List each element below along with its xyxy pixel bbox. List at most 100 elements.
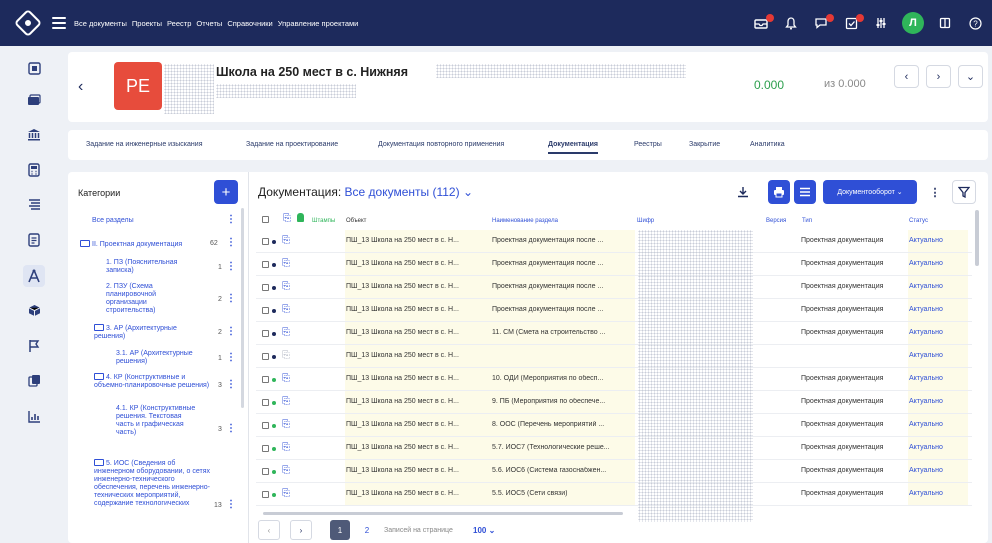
table-row[interactable]: ⎘ ПШ_13 Школа на 250 мест в с. Н... Актуал… bbox=[256, 345, 972, 368]
category-item[interactable]: 2. ПЗУ (Схема планировочной организации … bbox=[106, 283, 196, 315]
cell-section-name[interactable]: 5.7. ИОС7 (Технологические реше... bbox=[492, 444, 634, 451]
tab-closing[interactable]: Закрытие bbox=[689, 141, 720, 148]
document-icon[interactable] bbox=[26, 232, 42, 248]
tab-design-task[interactable]: Задание на проектирование bbox=[246, 141, 338, 148]
category-item[interactable]: 4. КР (Конструктивные и объемно-планиров… bbox=[94, 373, 210, 390]
row-checkbox[interactable] bbox=[262, 422, 269, 429]
cell-status[interactable]: Актуально bbox=[909, 490, 967, 497]
settings-sliders-icon[interactable] bbox=[872, 14, 890, 32]
table-row[interactable]: ⎘ ПШ_13 Школа на 250 мест в с. Н... Проект… bbox=[256, 276, 972, 299]
attachment-icon[interactable]: ⎘ bbox=[282, 465, 290, 476]
table-row[interactable]: ⎘ ПШ_13 Школа на 250 мест в с. Н... Проект… bbox=[256, 299, 972, 322]
more-icon[interactable]: ⋮ bbox=[226, 237, 236, 248]
attachment-icon[interactable]: ⎘ bbox=[282, 258, 290, 269]
more-icon[interactable]: ⋮ bbox=[226, 326, 236, 337]
column-object[interactable]: Объект bbox=[346, 218, 366, 224]
cell-section-name[interactable]: 10. ОДИ (Мероприятия по обесп... bbox=[492, 375, 634, 382]
cell-section-name[interactable]: 5.6. ИОС6 (Система газоснабжен... bbox=[492, 467, 634, 474]
row-checkbox[interactable] bbox=[262, 445, 269, 452]
cell-object[interactable]: ПШ_13 Школа на 250 мест в с. Н... bbox=[346, 467, 486, 474]
cell-section-name[interactable]: 11. СМ (Смета на строительство ... bbox=[492, 329, 634, 336]
cell-object[interactable]: ПШ_13 Школа на 250 мест в с. Н... bbox=[346, 260, 486, 267]
category-item[interactable]: 3.1. АР (Архитектурные решения) bbox=[116, 350, 212, 366]
back-button[interactable]: ‹ bbox=[78, 78, 83, 96]
cell-object[interactable]: ПШ_13 Школа на 250 мест в с. Н... bbox=[346, 237, 486, 244]
attachment-icon[interactable]: ⎘ bbox=[282, 235, 290, 246]
row-checkbox[interactable] bbox=[262, 491, 269, 498]
cell-status[interactable]: Актуально bbox=[909, 306, 967, 313]
per-page-select[interactable]: 100 ⌄ bbox=[473, 526, 495, 535]
download-button[interactable] bbox=[730, 180, 756, 204]
table-row[interactable]: ⎘ ПШ_13 Школа на 250 мест в с. Н... 9. ПБ … bbox=[256, 391, 972, 414]
table-row[interactable]: ⎘ ПШ_13 Школа на 250 мест в с. Н... Проект… bbox=[256, 253, 972, 276]
cell-status[interactable]: Актуально bbox=[909, 375, 967, 382]
page-1-button[interactable]: 1 bbox=[330, 520, 350, 540]
cell-object[interactable]: ПШ_13 Школа на 250 мест в с. Н... bbox=[346, 398, 486, 405]
table-row[interactable]: ⎘ ПШ_13 Школа на 250 мест в с. Н... 5.6. И… bbox=[256, 460, 972, 483]
user-avatar[interactable]: Л bbox=[902, 12, 924, 34]
column-code[interactable]: Шифр bbox=[637, 218, 654, 224]
nav-references[interactable]: Справочники bbox=[227, 19, 272, 28]
row-checkbox[interactable] bbox=[262, 284, 269, 291]
nav-registry[interactable]: Реестр bbox=[167, 19, 191, 28]
attachment-icon[interactable]: ⎘ bbox=[282, 281, 290, 292]
cell-section-name[interactable]: Проектная документация после ... bbox=[492, 260, 634, 267]
table-row[interactable]: ⎘ ПШ_13 Школа на 250 мест в с. Н... 5.5. И… bbox=[256, 483, 972, 506]
category-item[interactable]: Все разделы bbox=[92, 217, 212, 225]
cell-status[interactable]: Актуально bbox=[909, 421, 967, 428]
column-type[interactable]: Тип bbox=[802, 218, 812, 224]
attachment-icon[interactable]: ⎘ bbox=[282, 396, 290, 407]
attachment-icon[interactable]: ⎘ bbox=[282, 373, 290, 384]
row-checkbox[interactable] bbox=[262, 238, 269, 245]
nav-reports[interactable]: Отчеты bbox=[196, 19, 222, 28]
row-checkbox[interactable] bbox=[262, 468, 269, 475]
bank-icon[interactable] bbox=[26, 126, 42, 142]
add-category-button[interactable]: + bbox=[214, 180, 238, 204]
dashboard-icon[interactable] bbox=[26, 60, 42, 76]
folders-icon[interactable] bbox=[26, 92, 42, 108]
cell-status[interactable]: Актуально bbox=[909, 467, 967, 474]
box-icon[interactable] bbox=[26, 302, 42, 318]
attachment-icon[interactable]: ⎘ bbox=[282, 488, 290, 499]
book-icon[interactable] bbox=[936, 14, 954, 32]
tab-documentation[interactable]: Документация bbox=[548, 141, 598, 154]
cell-status[interactable]: Актуально bbox=[909, 444, 967, 451]
compass-icon[interactable] bbox=[23, 265, 45, 287]
attachment-icon[interactable]: ⎘ bbox=[282, 327, 290, 338]
cell-object[interactable]: ПШ_13 Школа на 250 мест в с. Н... bbox=[346, 352, 486, 359]
row-checkbox[interactable] bbox=[262, 353, 269, 360]
row-checkbox[interactable] bbox=[262, 261, 269, 268]
help-icon[interactable]: ? bbox=[966, 14, 984, 32]
more-icon[interactable]: ⋮ bbox=[226, 293, 236, 304]
cell-section-name[interactable]: Проектная документация после ... bbox=[492, 306, 634, 313]
chart-icon[interactable] bbox=[26, 408, 42, 424]
column-stamps[interactable]: Штампы bbox=[312, 218, 335, 224]
bell-icon[interactable] bbox=[782, 14, 800, 32]
cell-status[interactable]: Актуально bbox=[909, 283, 967, 290]
table-row[interactable]: ⎘ ПШ_13 Школа на 250 мест в с. Н... Проект… bbox=[256, 230, 972, 253]
list-view-button[interactable] bbox=[794, 180, 816, 204]
row-checkbox[interactable] bbox=[262, 307, 269, 314]
table-horizontal-scrollbar[interactable] bbox=[263, 512, 623, 515]
tab-reuse-docs[interactable]: Документация повторного применения bbox=[378, 141, 504, 148]
flag-icon[interactable] bbox=[26, 338, 42, 354]
cell-section-name[interactable]: 9. ПБ (Мероприятия по обеспече... bbox=[492, 398, 634, 405]
cell-section-name[interactable]: Проектная документация после ... bbox=[492, 237, 634, 244]
tab-registries[interactable]: Реестры bbox=[634, 141, 662, 148]
menu-icon[interactable] bbox=[52, 17, 66, 29]
tab-analytics[interactable]: Аналитика bbox=[750, 141, 785, 148]
nav-project-management[interactable]: Управление проектами bbox=[278, 19, 359, 28]
category-item[interactable]: 3. АР (Архитектурные решения) bbox=[94, 324, 204, 341]
copy-icon[interactable] bbox=[26, 372, 42, 388]
app-logo-icon[interactable] bbox=[13, 8, 43, 38]
row-checkbox[interactable] bbox=[262, 399, 269, 406]
attachment-icon[interactable]: ⎘ bbox=[282, 442, 290, 453]
select-all-checkbox[interactable] bbox=[262, 216, 269, 223]
page-2-button[interactable]: 2 bbox=[357, 520, 377, 540]
cell-status[interactable]: Актуально bbox=[909, 237, 967, 244]
filter-button[interactable] bbox=[952, 180, 976, 204]
more-icon[interactable]: ⋮ bbox=[226, 423, 236, 434]
table-row[interactable]: ⎘ ПШ_13 Школа на 250 мест в с. Н... 10. ОД… bbox=[256, 368, 972, 391]
row-checkbox[interactable] bbox=[262, 376, 269, 383]
cell-object[interactable]: ПШ_13 Школа на 250 мест в с. Н... bbox=[346, 444, 486, 451]
